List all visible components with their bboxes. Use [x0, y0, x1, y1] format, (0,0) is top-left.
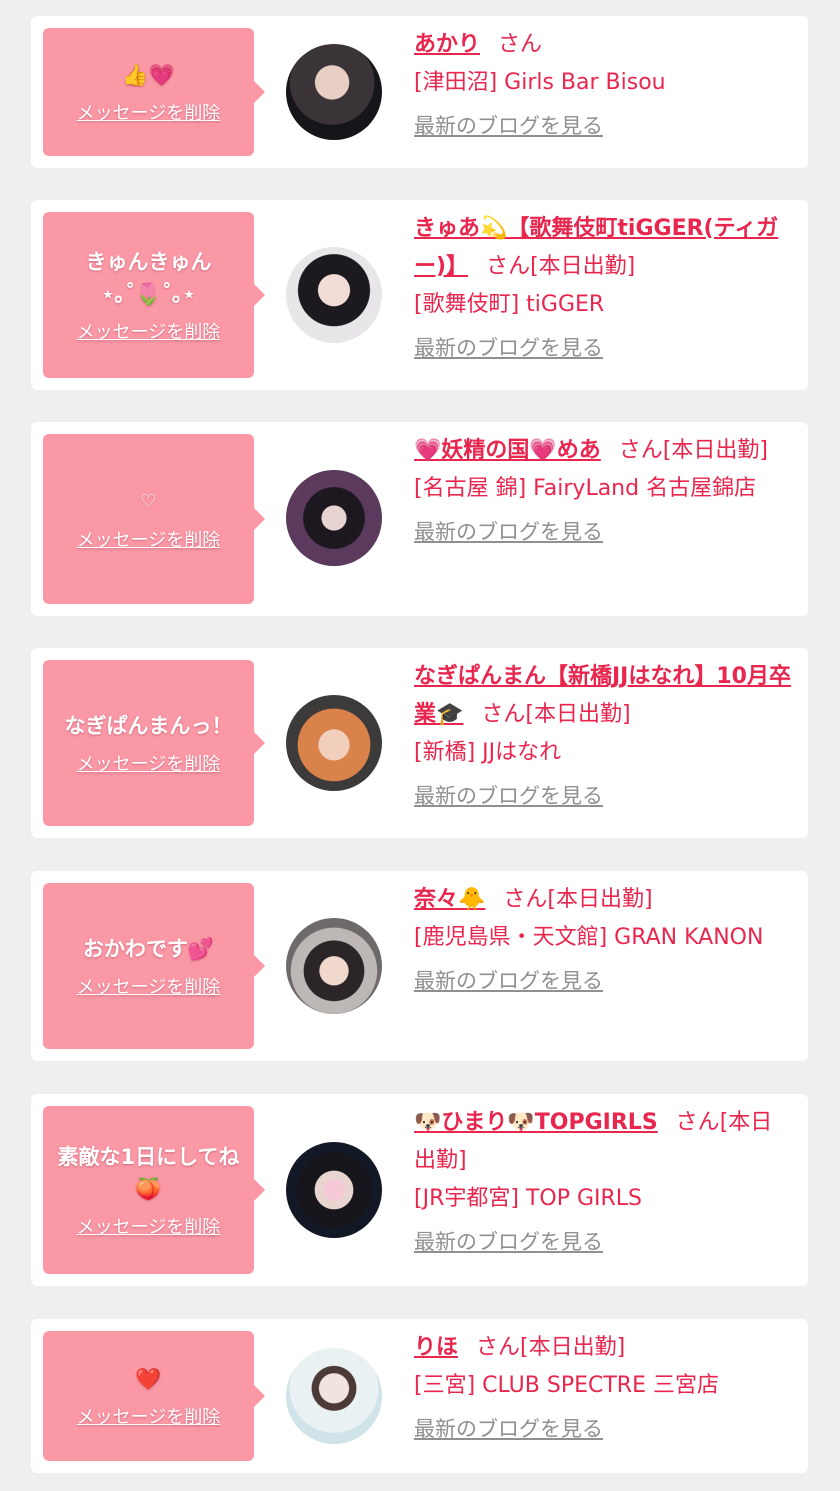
avatar[interactable] — [286, 1142, 382, 1238]
latest-blog-link[interactable]: 最新のブログを見る — [414, 110, 603, 140]
status-text: [本日出勤] — [520, 1335, 626, 1360]
message-card: 素敵な1日にしてね🍑 メッセージを削除 🐶ひまり🐶TOPGIRLS さん[本日出勤… — [31, 1094, 808, 1286]
status-text: [本日出勤] — [530, 254, 636, 279]
suffix-san: さん — [498, 32, 543, 57]
avatar[interactable] — [286, 44, 382, 140]
cast-name-link[interactable]: 💗妖精の国💗めあ — [414, 438, 601, 463]
delete-message-button[interactable]: メッセージを削除 — [77, 99, 221, 125]
message-bubble: ❤️ メッセージを削除 — [43, 1331, 265, 1461]
message-text: おかわです💕 — [82, 937, 215, 961]
avatar[interactable] — [286, 247, 382, 343]
message-bubble: なぎぱんまんっ！ メッセージを削除 — [43, 660, 265, 826]
message-bubble: ♡ メッセージを削除 — [43, 434, 265, 604]
delete-message-button[interactable]: メッセージを削除 — [77, 526, 221, 552]
message-bubble: きゅんきゅん ⋆｡˚🌷˚｡⋆ メッセージを削除 — [43, 212, 265, 378]
avatar[interactable] — [286, 695, 382, 791]
status-text: [本日出勤] — [662, 438, 768, 463]
delete-message-button[interactable]: メッセージを削除 — [77, 318, 221, 344]
cast-name-link[interactable]: 奈々🐥 — [414, 887, 485, 912]
avatar[interactable] — [286, 918, 382, 1014]
message-card: おかわです💕 メッセージを削除 奈々🐥 さん[本日出勤] [鹿児島県・天文館] G… — [31, 871, 808, 1061]
shop-name: [津田沼] Girls Bar Bisou — [414, 70, 666, 95]
shop-name: [歌舞伎町] tiGGER — [414, 292, 605, 317]
shop-name: [三宮] CLUB SPECTRE 三宮店 — [414, 1373, 719, 1398]
message-text: ♡ — [140, 491, 157, 512]
message-bubble: 👍💗 メッセージを削除 — [43, 28, 265, 156]
cast-name-link[interactable]: 🐶ひまり🐶TOPGIRLS — [414, 1110, 658, 1135]
message-card: ♡ メッセージを削除 💗妖精の国💗めあ さん[本日出勤] [名古屋 錦] Fair… — [31, 422, 808, 616]
delete-message-button[interactable]: メッセージを削除 — [77, 1403, 221, 1429]
status-text: [本日出勤] — [547, 887, 653, 912]
message-text: ❤️ — [135, 1367, 162, 1391]
suffix-san: さん — [675, 1110, 720, 1135]
message-card: なぎぱんまんっ！ メッセージを削除 なぎぱんまん【新橋JJはなれ】10月卒業🎓 さ… — [31, 648, 808, 838]
message-bubble: おかわです💕 メッセージを削除 — [43, 883, 265, 1049]
suffix-san: さん — [481, 702, 526, 727]
message-card: 👍💗 メッセージを削除 あかり さん [津田沼] Girls Bar Bisou … — [31, 16, 808, 168]
message-card: ❤️ メッセージを削除 りほ さん[本日出勤] [三宮] CLUB SPECTRE… — [31, 1319, 808, 1473]
latest-blog-link[interactable]: 最新のブログを見る — [414, 516, 603, 546]
avatar[interactable] — [286, 470, 382, 566]
cast-name-link[interactable]: りほ — [414, 1335, 458, 1360]
delete-message-button[interactable]: メッセージを削除 — [77, 973, 221, 999]
shop-name: [新橋] JJはなれ — [414, 740, 562, 765]
delete-message-button[interactable]: メッセージを削除 — [77, 750, 221, 776]
suffix-san: さん — [476, 1335, 521, 1360]
message-list: 👍💗 メッセージを削除 あかり さん [津田沼] Girls Bar Bisou … — [0, 0, 840, 1491]
latest-blog-link[interactable]: 最新のブログを見る — [414, 965, 603, 995]
latest-blog-link[interactable]: 最新のブログを見る — [414, 780, 603, 810]
delete-message-button[interactable]: メッセージを削除 — [77, 1213, 221, 1239]
latest-blog-link[interactable]: 最新のブログを見る — [414, 1226, 603, 1256]
status-text: [本日出勤] — [525, 702, 631, 727]
message-text: なぎぱんまんっ！ — [64, 714, 233, 738]
avatar[interactable] — [286, 1348, 382, 1444]
cast-name-link[interactable]: あかり — [414, 32, 480, 57]
message-text: 素敵な1日にしてね🍑 — [57, 1145, 240, 1201]
latest-blog-link[interactable]: 最新のブログを見る — [414, 332, 603, 362]
shop-name: [名古屋 錦] FairyLand 名古屋錦店 — [414, 476, 757, 501]
latest-blog-link[interactable]: 最新のブログを見る — [414, 1413, 603, 1443]
shop-name: [鹿児島県・天文館] GRAN KANON — [414, 925, 764, 950]
message-bubble: 素敵な1日にしてね🍑 メッセージを削除 — [43, 1106, 265, 1274]
suffix-san: さん — [618, 438, 663, 463]
message-card: きゅんきゅん ⋆｡˚🌷˚｡⋆ メッセージを削除 きゅあ💫【歌舞伎町tiGGER(… — [31, 200, 808, 390]
message-text: きゅんきゅん ⋆｡˚🌷˚｡⋆ — [85, 250, 212, 306]
message-text: 👍💗 — [122, 63, 175, 87]
shop-name: [JR宇都宮] TOP GIRLS — [414, 1186, 642, 1211]
suffix-san: さん — [503, 887, 548, 912]
suffix-san: さん — [486, 254, 531, 279]
